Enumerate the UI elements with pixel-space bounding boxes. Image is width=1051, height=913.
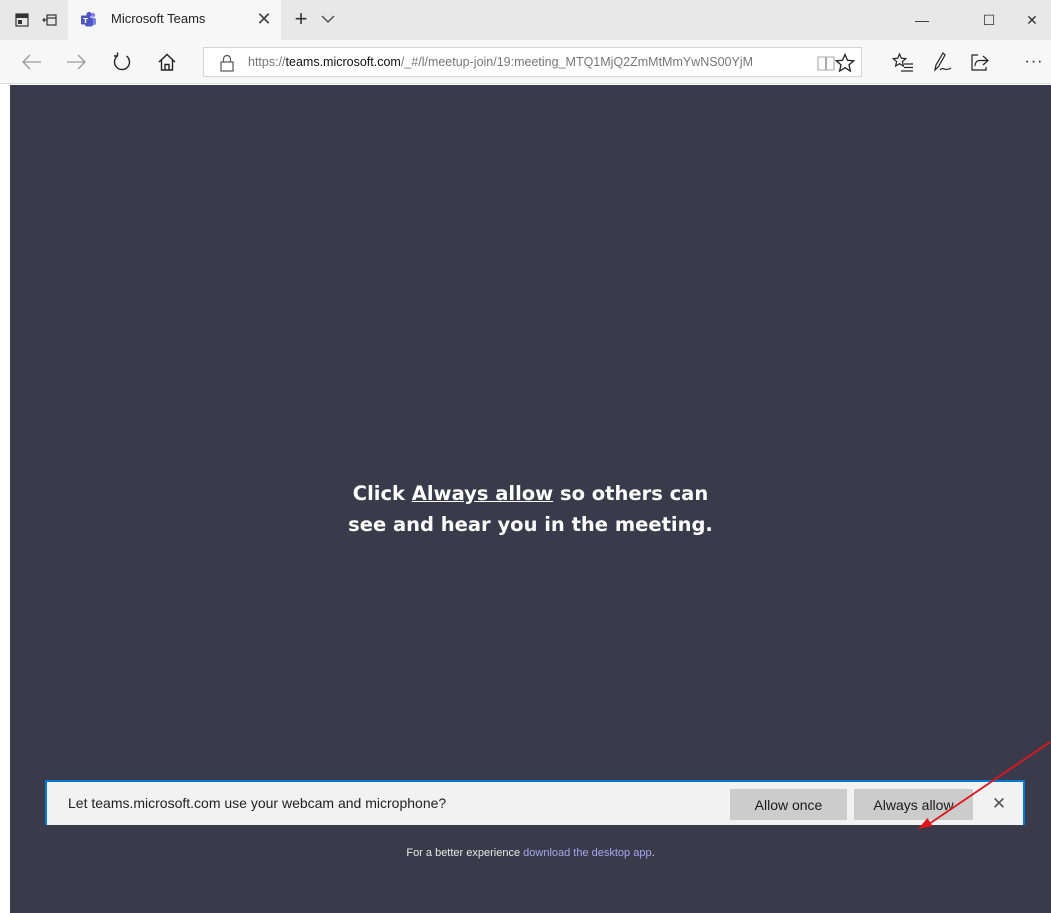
tab-close-button[interactable]: ✕ [254, 8, 274, 30]
download-desktop-app-link[interactable]: download the desktop app [523, 847, 651, 859]
svg-text:T: T [83, 17, 88, 25]
url-scheme: https:// [248, 55, 286, 69]
notice-period: . [651, 847, 655, 859]
allow-once-button[interactable]: Allow once [730, 789, 847, 820]
permission-instructions: Click Always allow so others can see and… [10, 478, 1051, 540]
lock-icon[interactable] [219, 54, 235, 72]
maximize-button[interactable]: ☐ [966, 0, 1012, 40]
permission-prompt-bar: Let teams.microsoft.com use your webcam … [45, 780, 1025, 825]
tabs-aside-icon[interactable] [39, 9, 61, 31]
favorite-star-icon[interactable] [834, 52, 856, 74]
window-close-button[interactable]: ✕ [1013, 0, 1051, 40]
back-arrow-icon[interactable] [19, 49, 45, 75]
prompt-always-allow-link: Always allow [411, 482, 554, 505]
more-options-button[interactable]: ··· [1019, 49, 1049, 75]
url-path: /_#/l/meetup-join/19:meeting_MTQ1MjQ2ZmM… [400, 55, 754, 69]
minimize-button[interactable]: — [899, 0, 945, 40]
teams-logo-icon: T [81, 11, 96, 27]
url-host: teams.microsoft.com [285, 55, 401, 69]
pen-icon[interactable] [929, 49, 955, 75]
prompt-text-line1-end: so others can [553, 482, 709, 505]
desktop-app-notice: For a better experience download the des… [10, 847, 1051, 859]
favorites-list-icon[interactable] [890, 49, 916, 75]
always-allow-button[interactable]: Always allow [854, 789, 973, 820]
permission-close-button[interactable]: ✕ [987, 791, 1011, 817]
refresh-icon[interactable] [109, 49, 135, 75]
chevron-down-icon[interactable] [319, 10, 337, 28]
forward-arrow-icon[interactable] [63, 49, 89, 75]
permission-message: Let teams.microsoft.com use your webcam … [68, 795, 447, 811]
prompt-text-line2: see and hear you in the meeting. [348, 513, 713, 536]
tab-strip: T Microsoft Teams ✕ + — ☐ ✕ [0, 0, 1051, 40]
reading-view-icon[interactable] [816, 54, 836, 72]
address-bar[interactable]: https://teams.microsoft.com/_#/l/meetup-… [203, 47, 862, 77]
prompt-text-start: Click [352, 482, 412, 505]
tab-microsoft-teams[interactable]: T Microsoft Teams ✕ [68, 0, 281, 40]
share-icon[interactable] [967, 49, 993, 75]
tab-title: Microsoft Teams [111, 11, 206, 26]
url-text[interactable]: https://teams.microsoft.com/_#/l/meetup-… [248, 55, 810, 71]
new-tab-button[interactable]: + [290, 7, 312, 31]
home-icon[interactable] [154, 49, 180, 75]
better-experience-text: For a better experience [406, 847, 524, 859]
tab-preview-icon[interactable] [11, 9, 33, 31]
navigation-bar: https://teams.microsoft.com/_#/l/meetup-… [0, 40, 1051, 84]
